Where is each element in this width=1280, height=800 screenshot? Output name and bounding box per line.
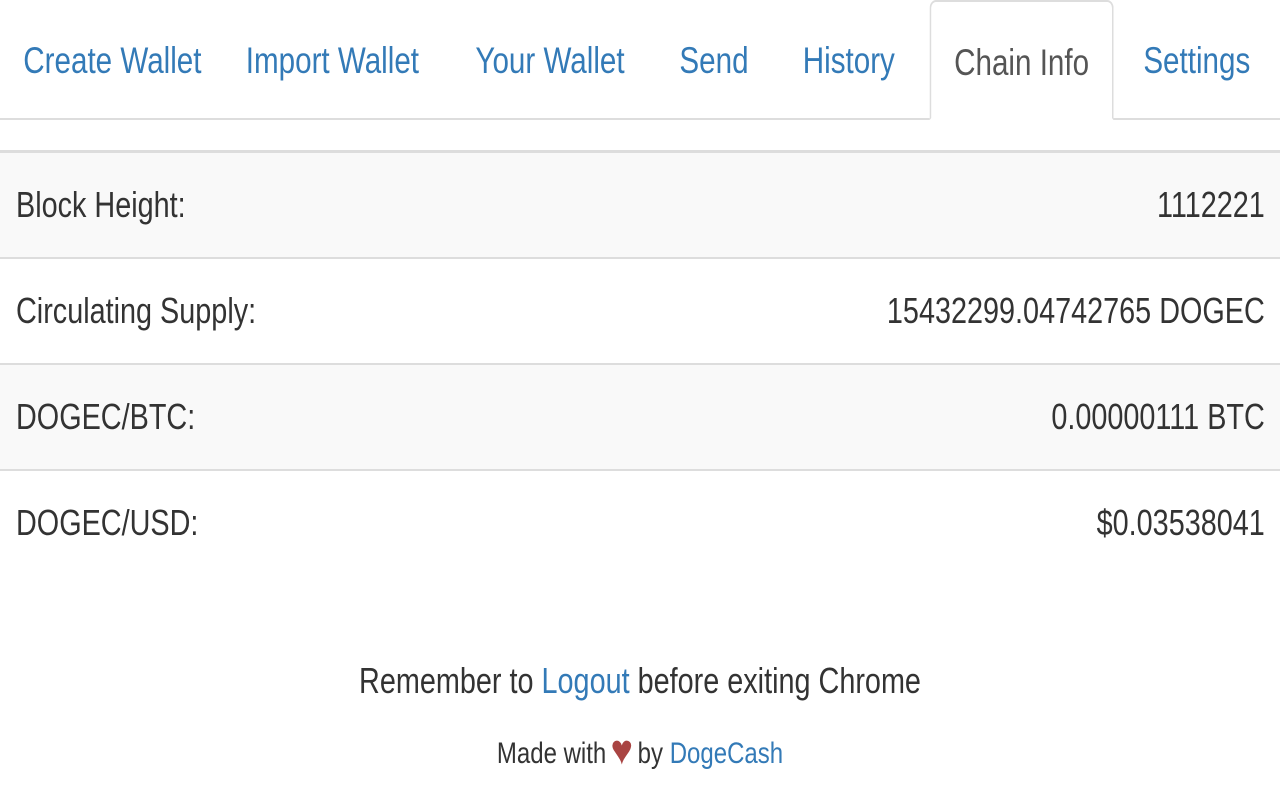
tab-chain-info[interactable]: Chain Info — [929, 0, 1114, 120]
logout-link[interactable]: Logout — [542, 660, 630, 701]
tab-settings[interactable]: Settings — [1114, 0, 1280, 120]
dogec-usd-value: $0.03538041 — [1096, 502, 1265, 543]
table-row: DOGEC/BTC: 0.00000111 BTC — [0, 365, 1280, 471]
nav-tabs: Create Wallet Import Wallet Your Wallet … — [0, 0, 1280, 120]
circulating-supply-value: 15432299.04742765 DOGEC — [886, 290, 1265, 331]
dogec-btc-value: 0.00000111 BTC — [1051, 396, 1265, 437]
dogecash-link[interactable]: DogeCash — [670, 737, 783, 770]
tab-your-wallet[interactable]: Your Wallet — [440, 0, 660, 120]
dogec-usd-label: DOGEC/USD: — [16, 502, 199, 543]
block-height-label: Block Height: — [16, 184, 186, 225]
table-row: DOGEC/USD: $0.03538041 — [0, 471, 1280, 575]
made-with-text: Made with — [496, 737, 613, 770]
credits: Made with ♥ by DogeCash — [0, 727, 1280, 775]
dogec-btc-label: DOGEC/BTC: — [16, 396, 196, 437]
tab-send[interactable]: Send — [660, 0, 768, 120]
circulating-supply-label: Circulating Supply: — [16, 290, 257, 331]
table-row: Block Height: 1112221 — [0, 153, 1280, 259]
by-text: by — [631, 737, 670, 770]
tab-create-wallet[interactable]: Create Wallet — [0, 0, 225, 120]
logout-reminder: Remember to Logout before exiting Chrome — [0, 660, 1280, 702]
tab-history[interactable]: History — [768, 0, 930, 120]
table-row: Circulating Supply: 15432299.04742765 DOG… — [0, 259, 1280, 365]
tab-import-wallet[interactable]: Import Wallet — [225, 0, 440, 120]
heart-icon: ♥ — [610, 727, 634, 775]
block-height-value: 1112221 — [1156, 184, 1265, 225]
reminder-suffix: before exiting Chrome — [629, 660, 921, 701]
reminder-text: Remember to — [359, 660, 542, 701]
chain-info-table: Block Height: 1112221 Circulating Supply:… — [0, 150, 1280, 575]
